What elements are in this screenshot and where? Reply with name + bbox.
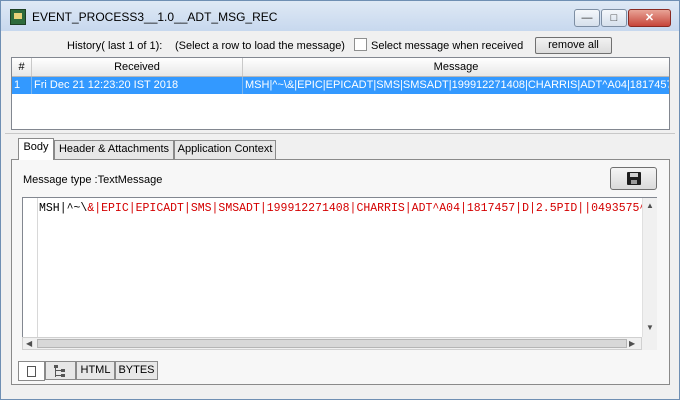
message-type-label: Message type :TextMessage	[23, 174, 163, 186]
scroll-left-arrow-icon[interactable]: ◀	[26, 338, 32, 349]
remove-all-button[interactable]: remove all	[535, 37, 612, 54]
scroll-corner	[642, 337, 657, 350]
view-tab-tree[interactable]	[45, 361, 76, 380]
history-hint: (Select a row to load the message)	[175, 40, 345, 52]
tab-application-context[interactable]: Application Context	[174, 140, 276, 159]
document-icon	[27, 366, 36, 377]
close-button[interactable]: ✕	[628, 9, 671, 27]
vertical-scrollbar[interactable]: ▲ ▼	[642, 198, 657, 337]
maximize-button[interactable]: □	[601, 9, 627, 27]
message-body-editor[interactable]: MSH|^~\&|EPIC|EPICADT|SMS|SMSADT|1999122…	[22, 197, 657, 338]
scroll-down-arrow-icon[interactable]: ▼	[646, 322, 654, 333]
horizontal-scrollbar[interactable]: ◀ ▶	[22, 337, 642, 350]
split-pane-divider[interactable]	[5, 133, 675, 138]
tree-icon	[53, 365, 69, 378]
tab-header-attachments[interactable]: Header & Attachments	[54, 140, 174, 159]
message-body-text[interactable]: MSH|^~\&|EPIC|EPICADT|SMS|SMSADT|1999122…	[39, 202, 642, 216]
editor-gutter	[23, 198, 38, 337]
title-bar[interactable]: EVENT_PROCESS3__1.0__ADT_MSG_REC — □ ✕	[1, 1, 679, 31]
history-label: History( last 1 of 1):	[67, 40, 163, 52]
select-when-received-checkbox[interactable]	[354, 38, 367, 51]
scroll-right-arrow-icon[interactable]: ▶	[629, 338, 635, 349]
scroll-up-arrow-icon[interactable]: ▲	[646, 200, 654, 211]
app-icon	[10, 9, 26, 25]
view-tab-bytes[interactable]: BYTES	[115, 361, 158, 380]
table-header: # Received Message	[12, 58, 669, 77]
message-segment-prefix: MSH|^~\	[39, 202, 88, 215]
app-window: EVENT_PROCESS3__1.0__ADT_MSG_REC — □ ✕ H…	[0, 0, 680, 400]
save-button[interactable]	[610, 167, 657, 190]
column-header-received[interactable]: Received	[32, 58, 243, 76]
row-index: 1	[12, 77, 32, 94]
window-title: EVENT_PROCESS3__1.0__ADT_MSG_REC	[32, 10, 278, 24]
message-segment-body: &|EPIC|EPICADT|SMS|SMSADT|199912271408|C…	[87, 202, 642, 215]
tab-body[interactable]: Body	[18, 138, 54, 160]
column-header-index[interactable]: #	[12, 58, 32, 76]
row-received: Fri Dec 21 12:23:20 IST 2018	[32, 77, 243, 94]
table-row[interactable]: 1 Fri Dec 21 12:23:20 IST 2018 MSH|^~\&|…	[12, 77, 669, 94]
row-message: MSH|^~\&|EPIC|EPICADT|SMS|SMSADT|1999122…	[245, 79, 669, 91]
select-when-received-label[interactable]: Select message when received	[371, 40, 523, 52]
minimize-button[interactable]: —	[574, 9, 600, 27]
view-tab-html[interactable]: HTML	[76, 361, 115, 380]
horizontal-scroll-thumb[interactable]	[37, 339, 627, 348]
history-table: # Received Message 1 Fri Dec 21 12:23:20…	[11, 57, 670, 130]
column-header-message[interactable]: Message	[243, 58, 669, 76]
floppy-disk-icon	[627, 172, 641, 185]
view-tab-text[interactable]	[18, 361, 45, 381]
